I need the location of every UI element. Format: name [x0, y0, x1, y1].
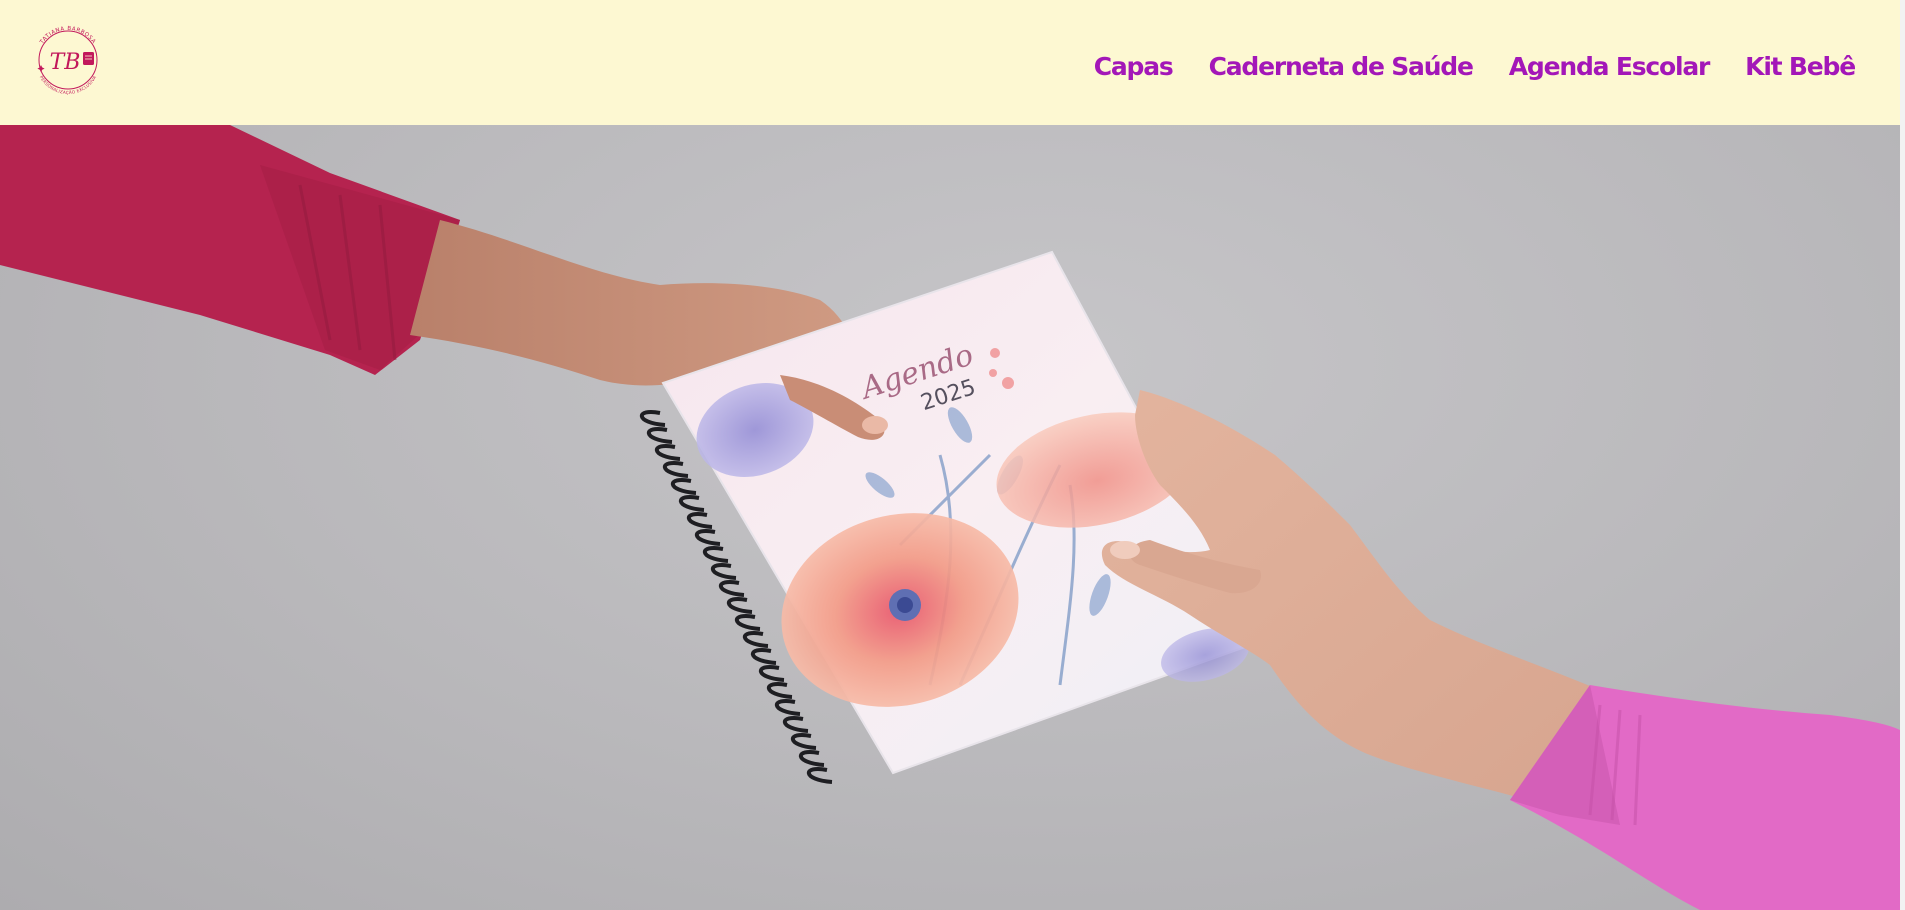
svg-text:TATIANA BARBOSA: TATIANA BARBOSA	[39, 26, 97, 46]
logo-monogram: TB	[50, 50, 81, 75]
logo-sparkle-icon	[37, 65, 45, 73]
logo-ring-top-text: TATIANA BARBOSA	[39, 26, 96, 46]
logo-notebook-icon	[83, 52, 94, 65]
left-sleeve	[0, 125, 460, 375]
scrollbar-gutter	[1900, 0, 1905, 910]
site-logo[interactable]: TATIANA BARBOSA PERSONALIZAÇÃO EXCLUSIVA…	[28, 22, 108, 98]
right-hand	[1101, 390, 1600, 810]
nav-link-caderneta-de-saude[interactable]: Caderneta de Saúde	[1209, 52, 1474, 81]
nav-link-capas[interactable]: Capas	[1094, 52, 1174, 81]
logo-ring-bottom-text: PERSONALIZAÇÃO EXCLUSIVA	[39, 75, 97, 95]
svg-text:PERSONALIZAÇÃO EXCLUSIVA: PERSONALIZAÇÃO EXCLUSIVA	[39, 75, 98, 95]
nav-link-kit-bebe[interactable]: Kit Bebê	[1745, 52, 1856, 81]
main-nav: Capas Caderneta de Saúde Agenda Escolar …	[1094, 52, 1856, 81]
hero-banner: Agendo 2025	[0, 125, 1900, 910]
site-header: TATIANA BARBOSA PERSONALIZAÇÃO EXCLUSIVA…	[0, 0, 1900, 125]
hero-image: Agendo 2025	[0, 125, 1900, 910]
right-sleeve	[1510, 685, 1900, 910]
page: TATIANA BARBOSA PERSONALIZAÇÃO EXCLUSIVA…	[0, 0, 1905, 910]
nav-link-agenda-escolar[interactable]: Agenda Escolar	[1509, 52, 1711, 81]
logo-badge-icon: TATIANA BARBOSA PERSONALIZAÇÃO EXCLUSIVA…	[37, 26, 98, 95]
